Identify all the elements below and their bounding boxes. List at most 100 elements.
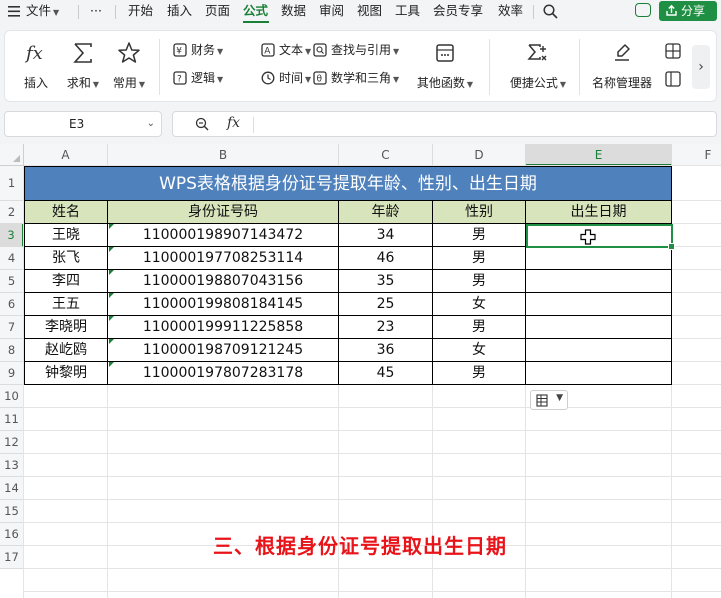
- fx-icon[interactable]: fx: [227, 115, 240, 131]
- row-header-17[interactable]: 17: [0, 546, 24, 569]
- row-header-10[interactable]: 10: [0, 385, 24, 408]
- row-header-7[interactable]: 7: [0, 316, 24, 339]
- select-all-corner[interactable]: [0, 144, 24, 166]
- common-functions-button[interactable]: 常用 ▼: [109, 41, 149, 91]
- table-cell[interactable]: 赵屹鸥: [24, 339, 108, 362]
- row-header-13[interactable]: 13: [0, 454, 24, 477]
- table-header-cell[interactable]: 出生日期: [526, 201, 672, 224]
- table-cell[interactable]: 张飞: [24, 247, 108, 270]
- table-cell[interactable]: 110000199808184145: [108, 293, 339, 316]
- tab-insert[interactable]: 插入: [165, 2, 194, 20]
- chevron-down-icon[interactable]: ⌄: [147, 112, 155, 136]
- table-cell[interactable]: 王五: [24, 293, 108, 316]
- tab-efficiency[interactable]: 效率: [496, 2, 525, 20]
- table-cell[interactable]: 男: [433, 362, 526, 385]
- more-menu-button[interactable]: ···: [88, 2, 104, 20]
- table-cell[interactable]: [526, 339, 672, 362]
- menu-icon[interactable]: [8, 5, 20, 18]
- table-cell[interactable]: 35: [339, 270, 433, 293]
- table-cell[interactable]: [526, 247, 672, 270]
- table-cell[interactable]: 钟黎明: [24, 362, 108, 385]
- math-functions-button[interactable]: θ 数学和三角 ▼: [313, 69, 399, 87]
- logic-button[interactable]: ? 逻辑 ▼: [173, 69, 223, 87]
- autosum-button[interactable]: 求和 ▼: [63, 41, 103, 91]
- table-cell[interactable]: 王晓: [24, 224, 108, 247]
- table-cell[interactable]: 34: [339, 224, 433, 247]
- lookup-functions-button[interactable]: 查找与引用 ▼: [313, 41, 399, 59]
- chat-icon[interactable]: [635, 3, 651, 17]
- column-header-a[interactable]: A: [24, 144, 108, 166]
- table-cell[interactable]: 110000198709121245: [108, 339, 339, 362]
- other-functions-button[interactable]: 其他函数 ▼: [413, 41, 477, 91]
- table-cell[interactable]: 23: [339, 316, 433, 339]
- table-header-cell[interactable]: 姓名: [24, 201, 108, 224]
- active-cell-selection[interactable]: [526, 224, 675, 250]
- ribbon-scroll-right-button[interactable]: ›: [692, 45, 710, 89]
- tab-member[interactable]: 会员专享: [431, 2, 485, 20]
- row-header-11[interactable]: 11: [0, 408, 24, 431]
- insert-function-button[interactable]: fx 插入: [19, 41, 53, 91]
- row-header-2[interactable]: 2: [0, 201, 24, 224]
- search-icon[interactable]: [543, 4, 558, 19]
- row-header-16[interactable]: 16: [0, 523, 24, 546]
- table-cell[interactable]: [526, 362, 672, 385]
- row-header-1[interactable]: 1: [0, 166, 24, 201]
- paste-options-button[interactable]: ▼: [530, 390, 568, 410]
- table-title[interactable]: WPS表格根据身份证号提取年龄、性别、出生日期: [24, 166, 672, 201]
- table-cell[interactable]: 李晓明: [24, 316, 108, 339]
- finance-button[interactable]: ¥ 财务 ▼: [173, 41, 223, 59]
- table-cell[interactable]: 46: [339, 247, 433, 270]
- table-cell[interactable]: 45: [339, 362, 433, 385]
- table-cell[interactable]: 110000199911225858: [108, 316, 339, 339]
- table-cell[interactable]: 110000197708253114: [108, 247, 339, 270]
- column-header-e[interactable]: E: [526, 144, 672, 166]
- table-cell[interactable]: 女: [433, 339, 526, 362]
- row-header-15[interactable]: 15: [0, 500, 24, 523]
- grid-icon[interactable]: [665, 43, 681, 59]
- table-cell[interactable]: 女: [433, 293, 526, 316]
- table-header-cell[interactable]: 年龄: [339, 201, 433, 224]
- tab-data[interactable]: 数据: [279, 2, 308, 20]
- column-header-d[interactable]: D: [433, 144, 526, 166]
- list-icon[interactable]: [665, 71, 681, 87]
- tab-formula[interactable]: 公式: [241, 2, 270, 20]
- row-header-8[interactable]: 8: [0, 339, 24, 362]
- table-header-cell[interactable]: 性别: [433, 201, 526, 224]
- text-functions-button[interactable]: A 文本 ▼: [261, 41, 311, 59]
- table-cell[interactable]: 男: [433, 247, 526, 270]
- tab-tools[interactable]: 工具: [393, 2, 422, 20]
- table-cell[interactable]: [526, 316, 672, 339]
- tab-home[interactable]: 开始: [126, 2, 155, 20]
- table-cell[interactable]: 110000197807283178: [108, 362, 339, 385]
- column-header-b[interactable]: B: [108, 144, 339, 166]
- table-cell[interactable]: 男: [433, 224, 526, 247]
- table-cell[interactable]: [526, 270, 672, 293]
- column-header-c[interactable]: C: [339, 144, 433, 166]
- table-cell[interactable]: 25: [339, 293, 433, 316]
- name-box[interactable]: E3 ⌄: [4, 111, 162, 137]
- table-cell[interactable]: 男: [433, 270, 526, 293]
- row-header-12[interactable]: 12: [0, 431, 24, 454]
- tab-review[interactable]: 审阅: [317, 2, 346, 20]
- row-header-14[interactable]: 14: [0, 477, 24, 500]
- row-header-3[interactable]: 3: [0, 224, 24, 247]
- row-header-9[interactable]: 9: [0, 362, 24, 385]
- column-header-f[interactable]: F: [672, 144, 721, 166]
- name-manager-button[interactable]: 名称管理器: [589, 41, 655, 91]
- row-header-6[interactable]: 6: [0, 293, 24, 316]
- tab-page[interactable]: 页面: [203, 2, 232, 20]
- share-button[interactable]: 分享: [659, 1, 717, 21]
- quick-formula-button[interactable]: 便捷公式 ▼: [505, 41, 571, 91]
- time-functions-button[interactable]: 时间 ▼: [261, 69, 311, 87]
- table-cell[interactable]: 男: [433, 316, 526, 339]
- table-cell[interactable]: 110000198807043156: [108, 270, 339, 293]
- row-header-5[interactable]: 5: [0, 270, 24, 293]
- table-cell[interactable]: 110000198907143472: [108, 224, 339, 247]
- formula-bar[interactable]: fx: [172, 111, 717, 137]
- menu-file[interactable]: 文件 ▼: [24, 2, 61, 20]
- table-cell[interactable]: [526, 293, 672, 316]
- tab-view[interactable]: 视图: [355, 2, 384, 20]
- zoom-icon[interactable]: [195, 117, 209, 131]
- row-header-4[interactable]: 4: [0, 247, 24, 270]
- table-cell[interactable]: 李四: [24, 270, 108, 293]
